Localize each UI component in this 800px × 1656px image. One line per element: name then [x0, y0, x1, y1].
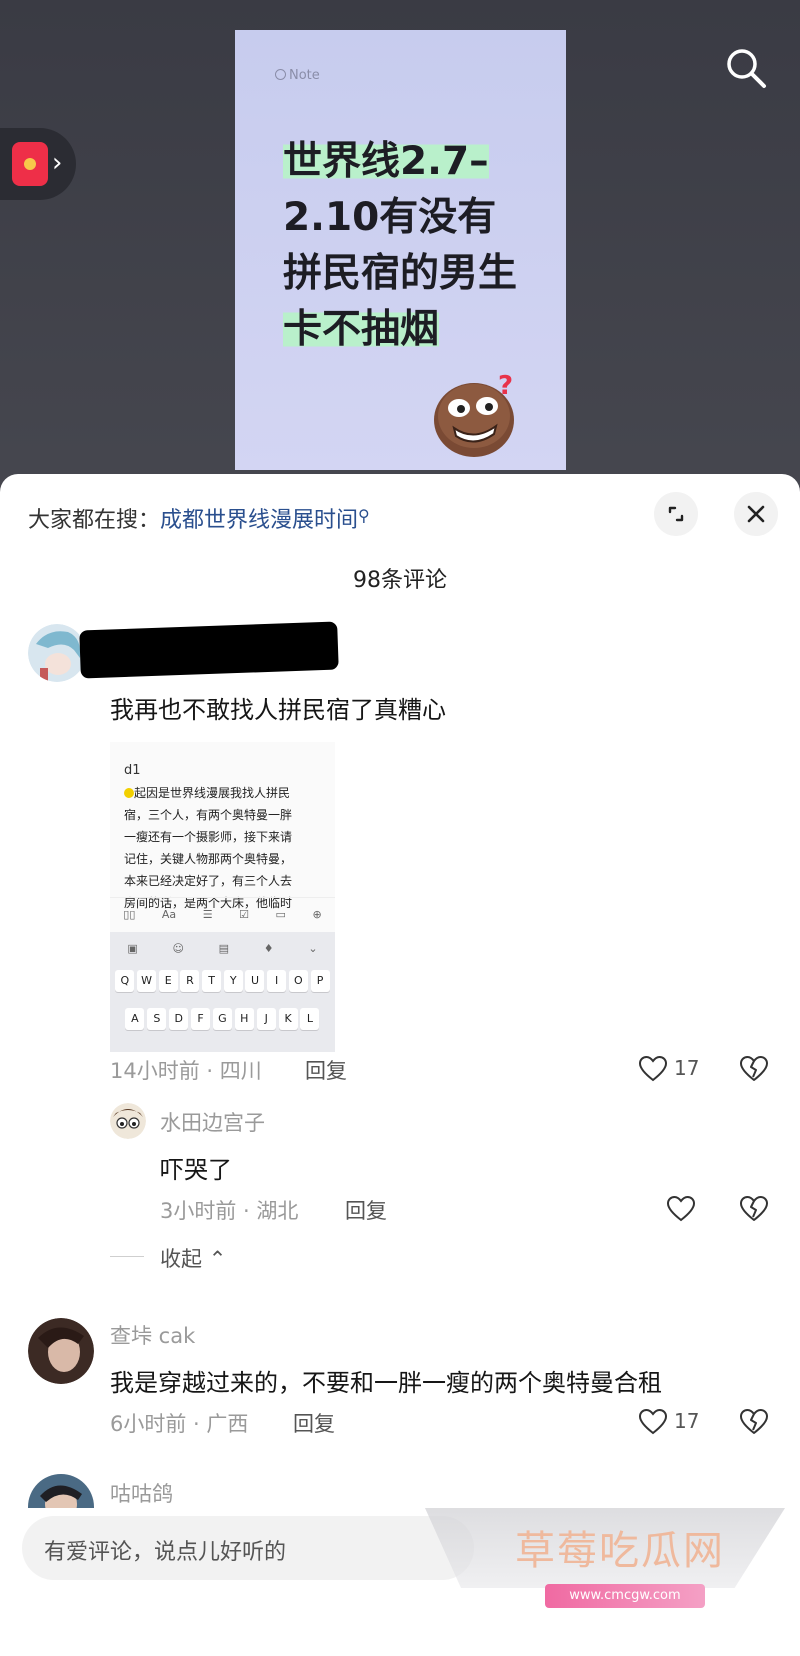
- reply-button[interactable]: 回复: [345, 1195, 387, 1225]
- keyboard-row-2: A S D F G H J K L: [124, 1008, 321, 1030]
- redacted-username: [79, 621, 339, 679]
- key: P: [310, 970, 330, 992]
- note-label: Note: [275, 68, 320, 83]
- screenshot-text: d1 起因是世界线漫展我找人拼民 宿，三个人，有两个奥特曼一胖 一瘦还有一个摄影…: [124, 760, 324, 914]
- screenshot-line: 本来已经决定好了，有三个人去: [124, 874, 293, 888]
- screenshot-editor-toolbar: ▯▯ Aa ☰ ☑ ▭ ⊕: [110, 897, 335, 931]
- broken-heart-icon[interactable]: [738, 1054, 770, 1084]
- watermark-title: 草莓吃瓜网: [515, 1528, 725, 1574]
- key: I: [267, 970, 287, 992]
- comment-image[interactable]: d1 起因是世界线漫展我找人拼民 宿，三个人，有两个奥特曼一胖 一瘦还有一个摄影…: [110, 742, 335, 1052]
- key: O: [288, 970, 308, 992]
- heart-icon: [638, 1408, 668, 1435]
- like-count: 17: [674, 1409, 700, 1433]
- collapse-divider: [110, 1256, 144, 1257]
- note-title-line: 世界线2.7–: [283, 139, 489, 184]
- key: Q: [115, 970, 135, 992]
- toolbar-item: ☰: [202, 908, 213, 921]
- watermark: 草莓吃瓜网 www.cmcgw.com: [425, 1508, 785, 1656]
- chevron-up-icon: ⌃: [208, 1247, 227, 1271]
- key: A: [125, 1008, 145, 1030]
- collapse-replies-button[interactable]: 收起 ⌃: [160, 1243, 226, 1273]
- reply-button[interactable]: 回复: [305, 1055, 347, 1085]
- key: S: [147, 1008, 167, 1030]
- key: W: [137, 970, 157, 992]
- cursor-dot-icon: [124, 788, 134, 798]
- avatar[interactable]: [28, 624, 86, 682]
- screenshot-line: 记住，关键人物那两个奥特曼，: [124, 852, 293, 866]
- key: F: [191, 1008, 211, 1030]
- comment-count: 98条评论: [353, 568, 447, 593]
- broken-heart-icon[interactable]: [738, 1407, 770, 1437]
- video-player[interactable]: Note 世界线2.7– 2.10有没有 拼民宿的男生 卡不抽烟 ? ›: [0, 0, 800, 500]
- red-packet-button[interactable]: ›: [0, 128, 76, 200]
- screenshot-header: d1: [124, 763, 141, 778]
- comment-meta: 6小时前 · 广西: [110, 1412, 249, 1436]
- broken-heart-icon[interactable]: [738, 1194, 770, 1224]
- reply-button[interactable]: 回复: [293, 1408, 335, 1438]
- hot-search-keyword[interactable]: 成都世界线漫展时间: [160, 508, 358, 533]
- small-search-icon: ⚲: [358, 506, 370, 525]
- reply-username[interactable]: 水田边宫子: [160, 1107, 265, 1137]
- toolbar-item: ☑: [239, 908, 249, 921]
- comment-username[interactable]: 咕咕鸽: [110, 1478, 173, 1508]
- comment-input[interactable]: 有爱评论，说点儿好听的: [22, 1516, 474, 1580]
- key: R: [180, 970, 200, 992]
- keyboard-toolbar: ▣ ☺ ▤ ♦ ⌄: [127, 942, 318, 955]
- heart-icon: [638, 1055, 668, 1082]
- hot-search-prefix: 大家都在搜：: [28, 508, 161, 533]
- reply-meta: 3小时前 · 湖北: [160, 1199, 299, 1223]
- comment-meta: 14小时前 · 四川: [110, 1059, 262, 1083]
- reply-avatar[interactable]: [110, 1103, 146, 1139]
- comment-username[interactable]: 查垰 cak: [110, 1320, 195, 1350]
- note-title-line: 拼民宿的男生: [283, 251, 518, 296]
- key: U: [245, 970, 265, 992]
- avatar[interactable]: [28, 1318, 94, 1384]
- note-title-line: 卡不抽烟: [283, 307, 440, 352]
- screenshot-line: 宿，三个人，有两个奥特曼一胖: [124, 808, 293, 822]
- heart-icon[interactable]: [666, 1194, 696, 1224]
- keyboard-row-1: Q W E R T Y U I O P: [114, 970, 331, 992]
- screenshot-line: 一瘦还有一个摄影师，接下来请: [124, 830, 293, 844]
- key: L: [300, 1008, 320, 1030]
- like-count: 17: [674, 1056, 700, 1080]
- reply-text: 吓哭了: [160, 1156, 232, 1184]
- note-title-line: 2.10有没有: [283, 195, 497, 240]
- toolbar-item: ▭: [275, 908, 286, 921]
- key: G: [212, 1008, 232, 1030]
- sweating-face-emoji-icon: ?: [434, 371, 514, 457]
- screenshot-line: 起因是世界线漫展我找人拼民: [124, 782, 324, 804]
- svg-text:?: ?: [498, 371, 513, 401]
- like-button[interactable]: 17: [638, 1407, 708, 1437]
- toolbar-item: ⊕: [312, 908, 322, 921]
- red-envelope-icon: [12, 142, 48, 186]
- screenshot-keyboard: ▣ ☺ ▤ ♦ ⌄ Q W E R T Y U I O P A S D F G H J …: [110, 932, 335, 1052]
- key: H: [234, 1008, 254, 1030]
- comment-input-placeholder: 有爱评论，说点儿好听的: [44, 1540, 287, 1565]
- search-icon[interactable]: [722, 44, 770, 92]
- key: D: [169, 1008, 189, 1030]
- toolbar-item: Aa: [161, 908, 177, 921]
- close-icon[interactable]: [734, 492, 778, 536]
- comment-text: 我再也不敢找人拼民宿了真糟心: [110, 696, 446, 724]
- note-title: 世界线2.7– 2.10有没有 拼民宿的男生 卡不抽烟: [283, 134, 553, 358]
- chevron-right-icon: ›: [52, 148, 63, 178]
- hot-search-link[interactable]: 大家都在搜：成都世界线漫展时间⚲: [28, 502, 370, 534]
- key: J: [256, 1008, 276, 1030]
- note-card: Note 世界线2.7– 2.10有没有 拼民宿的男生 卡不抽烟 ?: [235, 30, 566, 470]
- key: Y: [223, 970, 243, 992]
- key: K: [278, 1008, 298, 1030]
- note-ring-icon: [275, 69, 286, 80]
- like-button[interactable]: 17: [638, 1054, 708, 1084]
- key: E: [158, 970, 178, 992]
- comment-text: 我是穿越过来的，不要和一胖一瘦的两个奥特曼合租: [110, 1369, 662, 1397]
- toolbar-item: ▯▯: [123, 908, 136, 921]
- watermark-url: www.cmcgw.com: [545, 1584, 705, 1608]
- key: T: [202, 970, 222, 992]
- expand-icon[interactable]: [654, 492, 698, 536]
